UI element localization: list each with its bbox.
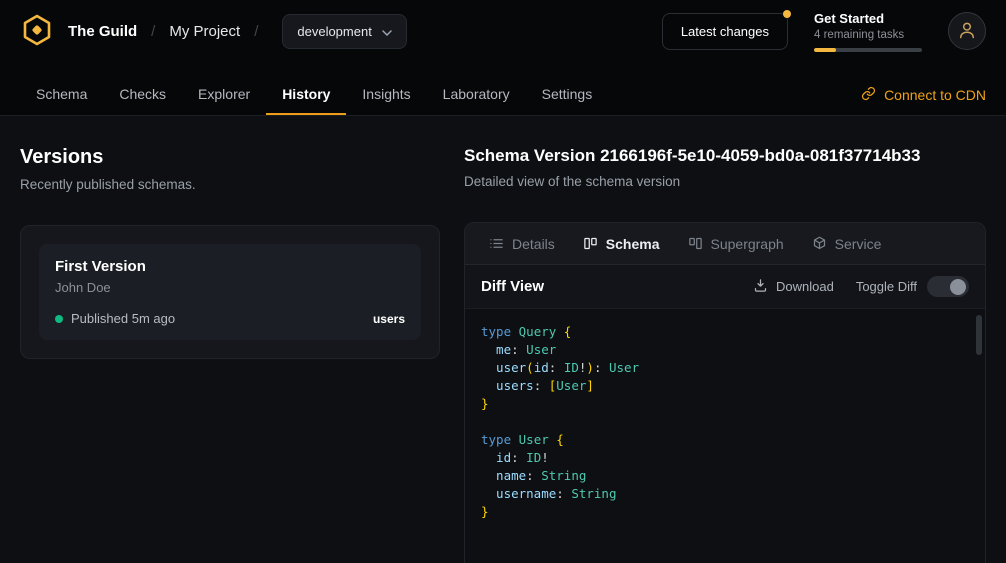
code-line: name: String <box>481 467 969 485</box>
diff-actions: Download Toggle Diff <box>753 276 969 297</box>
tab-checks[interactable]: Checks <box>103 75 182 115</box>
download-button[interactable]: Download <box>753 278 834 296</box>
detail-tab-supergraph[interactable]: Supergraph <box>676 228 796 260</box>
get-started-progressbar <box>814 48 922 52</box>
list-icon <box>489 236 504 251</box>
link-icon <box>861 86 876 104</box>
detail-tabs: Details Schema Supergraph <box>465 223 985 265</box>
toggle-diff-switch[interactable] <box>927 276 969 297</box>
versions-title: Versions <box>20 146 440 169</box>
service-badge: users <box>373 312 405 326</box>
main-content: Versions Recently published schemas. Fir… <box>0 116 1006 563</box>
detail-tab-label: Service <box>835 236 882 252</box>
detail-tab-details[interactable]: Details <box>477 228 567 260</box>
top-bar: The Guild / My Project / development Lat… <box>0 0 1006 62</box>
tab-schema[interactable]: Schema <box>20 75 103 115</box>
schema-version-subtitle: Detailed view of the schema version <box>464 174 986 189</box>
tab-insights[interactable]: Insights <box>346 75 426 115</box>
latest-changes-label: Latest changes <box>681 24 769 39</box>
breadcrumb-separator: / <box>151 23 155 40</box>
download-label: Download <box>776 279 834 294</box>
code-line <box>481 413 969 431</box>
person-icon <box>957 20 977 43</box>
latest-changes-button[interactable]: Latest changes <box>662 13 788 50</box>
get-started-widget[interactable]: Get Started 4 remaining tasks <box>814 11 922 52</box>
get-started-progress-fill <box>814 48 836 52</box>
tab-laboratory[interactable]: Laboratory <box>427 75 526 115</box>
code-line: type Query { <box>481 323 969 341</box>
version-status: Published 5m ago <box>71 311 175 326</box>
connect-to-cdn-label: Connect to CDN <box>884 87 986 103</box>
code-line: me: User <box>481 341 969 359</box>
code-block: type Query { me: User user(id: ID!): Use… <box>481 323 969 521</box>
get-started-title: Get Started <box>814 11 922 26</box>
main-nav: Schema Checks Explorer History Insights … <box>0 62 1006 116</box>
user-avatar[interactable] <box>948 12 986 50</box>
code-line: users: [User] <box>481 377 969 395</box>
versions-subtitle: Recently published schemas. <box>20 177 440 192</box>
top-bar-actions: Latest changes Get Started 4 remaining t… <box>662 11 986 52</box>
diff-view-header: Diff View Download Toggle Diff <box>465 265 985 309</box>
version-meta-row: Published 5m ago users <box>55 311 405 326</box>
diff-view-title: Diff View <box>481 278 544 295</box>
hive-logo-icon[interactable] <box>20 13 54 50</box>
schema-icon <box>583 236 598 251</box>
code-line: id: ID! <box>481 449 969 467</box>
code-line: type User { <box>481 431 969 449</box>
schema-version-title: Schema Version 2166196f-5e10-4059-bd0a-0… <box>464 146 986 166</box>
version-name: First Version <box>55 258 405 275</box>
published-dot-icon <box>55 315 63 323</box>
supergraph-icon <box>688 236 703 251</box>
version-detail-panel: Schema Version 2166196f-5e10-4059-bd0a-0… <box>464 146 986 563</box>
tab-history[interactable]: History <box>266 75 346 115</box>
schema-code-viewer[interactable]: type Query { me: User user(id: ID!): Use… <box>465 309 985 563</box>
detail-tab-label: Schema <box>606 236 660 252</box>
environment-selector[interactable]: development <box>282 14 406 49</box>
code-line: user(id: ID!): User <box>481 359 969 377</box>
chevron-down-icon <box>382 24 392 39</box>
version-author: John Doe <box>55 280 405 295</box>
breadcrumb-separator: / <box>254 23 258 40</box>
detail-tab-label: Details <box>512 236 555 252</box>
toggle-knob <box>950 279 966 295</box>
tab-settings[interactable]: Settings <box>526 75 609 115</box>
versions-panel: Versions Recently published schemas. Fir… <box>20 146 440 563</box>
breadcrumb: The Guild / My Project / development <box>20 13 407 50</box>
scrollbar-thumb[interactable] <box>976 315 982 355</box>
code-line: } <box>481 395 969 413</box>
cube-icon <box>812 236 827 251</box>
download-icon <box>753 278 768 296</box>
environment-selector-value: development <box>297 24 371 39</box>
toggle-diff-label: Toggle Diff <box>856 279 917 294</box>
detail-tab-label: Supergraph <box>711 236 784 252</box>
detail-tab-service[interactable]: Service <box>800 228 894 260</box>
org-name[interactable]: The Guild <box>68 23 137 40</box>
connect-to-cdn-button[interactable]: Connect to CDN <box>861 75 986 115</box>
notification-dot <box>783 10 791 18</box>
version-list-item[interactable]: First Version John Doe Published 5m ago … <box>39 244 421 340</box>
code-line: username: String <box>481 485 969 503</box>
schema-detail-card: Details Schema Supergraph <box>464 222 986 563</box>
tab-explorer[interactable]: Explorer <box>182 75 266 115</box>
get-started-subtitle: 4 remaining tasks <box>814 29 922 41</box>
code-line: } <box>481 503 969 521</box>
detail-tab-schema[interactable]: Schema <box>571 228 672 260</box>
project-name[interactable]: My Project <box>169 23 240 40</box>
toggle-diff-control: Toggle Diff <box>856 276 969 297</box>
versions-list: First Version John Doe Published 5m ago … <box>20 225 440 359</box>
